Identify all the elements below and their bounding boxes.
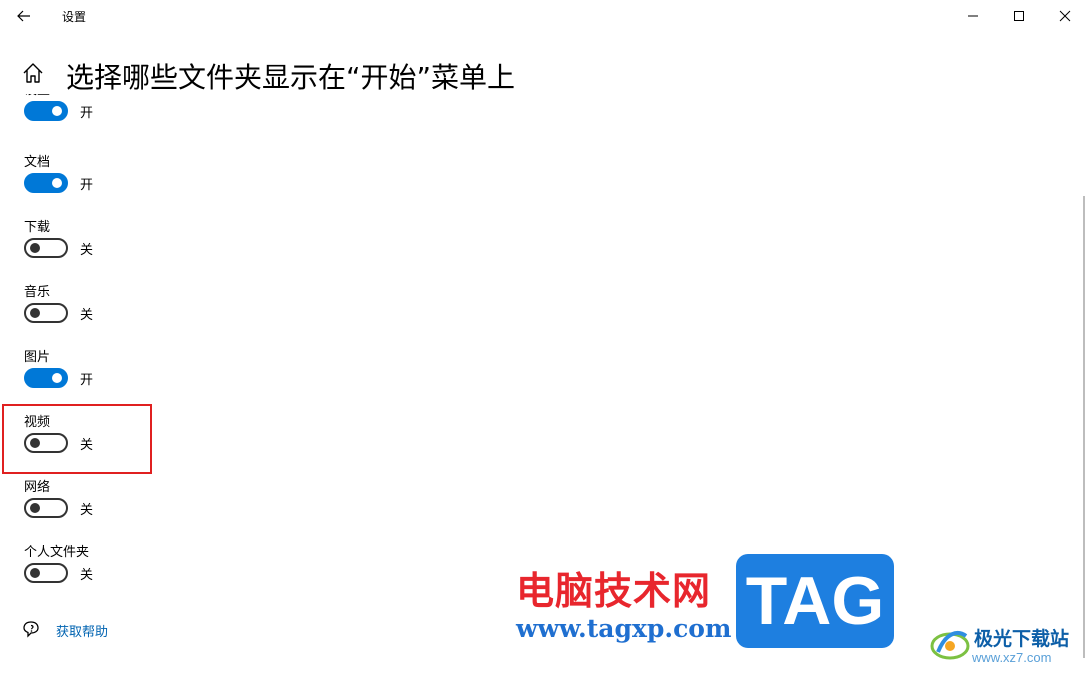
toggle-state-label: 开 xyxy=(80,106,94,121)
watermark-url: www.tagxp.com xyxy=(516,614,732,643)
folder-label: 下载 xyxy=(24,220,51,235)
folder-list: 设置 开 文档 开 下载 关 音乐 关 图片 开 视频 xyxy=(0,94,1070,604)
toggle-knob xyxy=(52,178,62,188)
toggle-knob xyxy=(30,503,40,513)
toggle-state-label: 关 xyxy=(80,503,94,518)
get-help-label[interactable]: 获取帮助 xyxy=(56,621,108,640)
arrow-left-icon xyxy=(17,10,30,22)
folder-label: 设置 xyxy=(24,94,50,98)
minimize-icon xyxy=(968,15,978,17)
maximize-icon xyxy=(1014,11,1024,21)
folder-item-pictures: 图片 开 xyxy=(24,346,324,406)
highlight-box xyxy=(2,404,152,474)
settings-toggle[interactable] xyxy=(24,101,68,121)
folder-item-documents: 文档 开 xyxy=(24,151,324,211)
toggle-knob xyxy=(30,568,40,578)
folder-label: 个人文件夹 xyxy=(24,545,90,560)
toggle-knob xyxy=(30,243,40,253)
watermark-badge-text: TAG xyxy=(745,563,885,639)
title-bar: 设置 xyxy=(0,0,1088,32)
toggle-knob xyxy=(52,106,62,116)
scrollbar[interactable] xyxy=(1083,196,1085,658)
folder-item-music: 音乐 关 xyxy=(24,281,324,341)
downloads-toggle[interactable] xyxy=(24,238,68,258)
pictures-toggle[interactable] xyxy=(24,368,68,388)
folder-label: 音乐 xyxy=(24,285,51,300)
page-title: 选择哪些文件夹显示在“开始”菜单上 xyxy=(66,61,516,94)
documents-toggle[interactable] xyxy=(24,173,68,193)
toggle-state-label: 关 xyxy=(80,308,94,323)
folder-item-settings: 设置 开 xyxy=(24,94,324,139)
minimize-button[interactable] xyxy=(950,0,996,32)
folder-label: 文档 xyxy=(24,155,51,170)
folder-label: 图片 xyxy=(24,350,51,365)
maximize-button[interactable] xyxy=(996,0,1042,32)
toggle-state-label: 关 xyxy=(80,568,94,583)
aurora-logo-icon xyxy=(930,631,970,660)
toggle-state-label: 开 xyxy=(80,178,94,193)
back-button[interactable] xyxy=(10,4,38,28)
folder-item-network: 网络 关 xyxy=(24,476,324,536)
watermark-tag-badge: TAG xyxy=(736,554,894,648)
help-chat-icon xyxy=(23,621,39,638)
home-icon[interactable] xyxy=(20,60,46,86)
folder-label: 网络 xyxy=(24,480,51,495)
toggle-knob xyxy=(30,308,40,318)
window-title: 设置 xyxy=(62,10,87,24)
toggle-state-label: 开 xyxy=(80,373,94,388)
close-icon xyxy=(1059,10,1071,22)
watermark-site-name: 电脑技术网 xyxy=(516,569,712,613)
network-toggle[interactable] xyxy=(24,498,68,518)
folder-item-personal-folder: 个人文件夹 关 xyxy=(24,541,324,601)
close-button[interactable] xyxy=(1042,0,1088,32)
music-toggle[interactable] xyxy=(24,303,68,323)
folder-item-downloads: 下载 关 xyxy=(24,216,324,276)
toggle-state-label: 关 xyxy=(80,243,94,258)
watermark2-url: www.xz7.com xyxy=(972,650,1052,665)
personal-folder-toggle[interactable] xyxy=(24,563,68,583)
watermark2-site-name: 极光下载站 xyxy=(974,628,1070,650)
toggle-knob xyxy=(52,373,62,383)
